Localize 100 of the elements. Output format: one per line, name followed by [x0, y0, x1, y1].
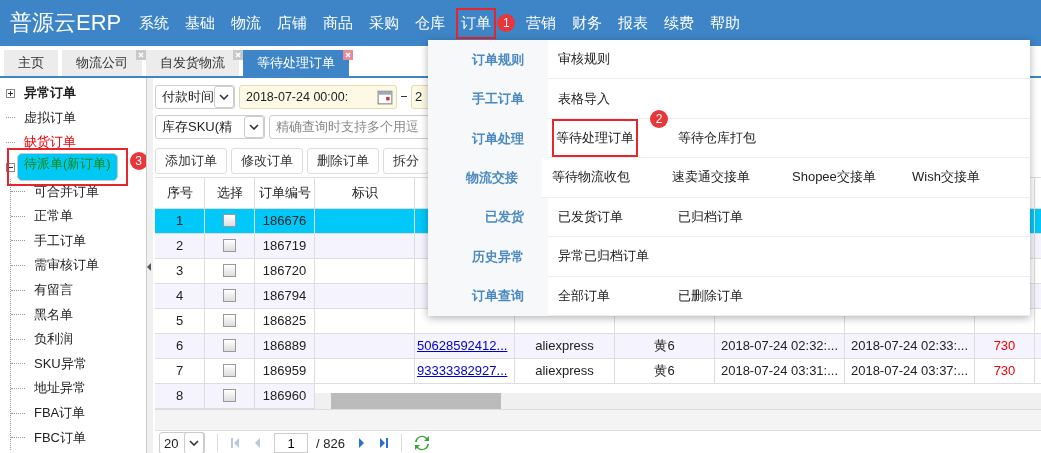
toolbar-button[interactable]: 拆分: [383, 147, 429, 174]
menu-item[interactable]: 表格导入: [556, 87, 612, 110]
amount-cell: 730: [993, 363, 1016, 379]
menu-item[interactable]: 订单: [456, 7, 497, 39]
column-header: 选择: [216, 183, 243, 202]
menu-item[interactable]: 等待处理订单: [552, 119, 638, 158]
tree-item[interactable]: 地址异常: [31, 378, 89, 399]
tree-item[interactable]: 有留言: [31, 280, 76, 301]
tab[interactable]: 主页: [4, 50, 58, 76]
menu-item[interactable]: 帮助: [705, 7, 746, 39]
table-row[interactable]: 8 186960: [155, 383, 315, 409]
horizontal-scrollbar[interactable]: [315, 393, 1041, 410]
menu-item[interactable]: 报表: [613, 7, 654, 39]
expander-icon[interactable]: [6, 88, 15, 98]
page-size-select[interactable]: 20: [159, 432, 205, 453]
toolbar-button[interactable]: 添加订单: [155, 147, 227, 174]
tree-item[interactable]: 虚拟订单: [21, 108, 79, 126]
close-icon[interactable]: [136, 50, 146, 60]
menu-item[interactable]: Shopee交接单: [790, 166, 878, 189]
table-cell: 2018-07-24 02:32:...: [720, 338, 839, 354]
menu-item[interactable]: 等待物流收包: [550, 166, 632, 189]
table-row[interactable]: 6 186889 50628592412... aliexpress 黄6 2018-07-24 02:32:... 2018-07-24 02:33:... 730: [155, 333, 1041, 359]
tree-item[interactable]: 黑名单: [31, 304, 76, 325]
menu-item[interactable]: 物流: [226, 7, 267, 39]
expander-icon[interactable]: [6, 162, 15, 172]
menu-item[interactable]: Wish交接单: [910, 166, 982, 189]
row-checkbox[interactable]: [223, 364, 236, 378]
caret-icon: [189, 440, 199, 447]
menu-item[interactable]: 已归档订单: [676, 205, 745, 228]
menu-item[interactable]: 商品: [318, 7, 359, 39]
table-cell: 黄6: [654, 336, 675, 355]
table-cell: 186825: [262, 313, 307, 329]
group-label: 已发货: [485, 208, 524, 227]
callout-badge: 1: [497, 13, 516, 32]
caret-icon: [249, 123, 259, 130]
refresh-icon[interactable]: [413, 435, 430, 452]
menu-item[interactable]: 系统: [134, 7, 175, 39]
row-number: 2: [175, 238, 184, 254]
menu-item[interactable]: 全部订单: [556, 284, 612, 307]
order-link[interactable]: 93333382927...: [417, 363, 508, 379]
column-header: 订单编号: [258, 183, 311, 202]
menu-item[interactable]: 基础: [180, 7, 221, 39]
page-input[interactable]: 1: [274, 433, 308, 453]
menu-item[interactable]: 审核规则: [556, 48, 612, 71]
menu-item[interactable]: 店铺: [272, 7, 313, 39]
first-page-icon[interactable]: [230, 437, 240, 450]
table-cell: 186720: [262, 263, 307, 279]
tree-item[interactable]: SKU异常: [31, 353, 90, 374]
table-cell: 186889: [262, 338, 307, 354]
tree-item[interactable]: 正常单: [31, 206, 76, 227]
table-cell: 186794: [262, 288, 307, 304]
tree-item[interactable]: 手工订单: [31, 230, 89, 251]
menu-item[interactable]: 已发货订单: [556, 205, 625, 228]
table-cell: 黄6: [654, 361, 675, 380]
close-icon[interactable]: [343, 50, 353, 60]
table-cell: 186960: [262, 388, 307, 404]
search-type-select[interactable]: 库存SKU(精: [155, 114, 265, 139]
row-number: 6: [175, 338, 184, 354]
row-checkbox[interactable]: [223, 314, 236, 328]
tree-item[interactable]: 需审核订单: [31, 255, 102, 276]
table-cell: aliexpress: [535, 338, 594, 354]
menu-item[interactable]: 营销: [521, 7, 562, 39]
tree-item[interactable]: FBA订单: [31, 403, 89, 423]
row-checkbox[interactable]: [223, 289, 236, 303]
row-checkbox[interactable]: [223, 339, 236, 353]
row-checkbox[interactable]: [223, 239, 236, 253]
app-logo: 普源云ERP: [9, 9, 123, 37]
group-label: 订单规则: [472, 50, 524, 69]
next-page-icon[interactable]: [356, 437, 367, 450]
callout-badge: 2: [650, 110, 668, 129]
close-icon[interactable]: [233, 50, 243, 60]
toolbar-button[interactable]: 修改订单: [231, 147, 303, 174]
tree-item[interactable]: 异常订单: [21, 84, 79, 102]
row-number: 8: [175, 388, 184, 404]
order-link[interactable]: 50628592412...: [417, 338, 508, 354]
toolbar-button[interactable]: 删除订单: [307, 147, 379, 174]
date-field[interactable]: 2018-07-24 00:00:: [239, 84, 397, 109]
collapse-icon[interactable]: [147, 262, 152, 271]
calendar-icon[interactable]: [377, 88, 393, 105]
tree-item[interactable]: 可合并订单: [31, 181, 102, 202]
table-cell: aliexpress: [535, 363, 594, 379]
row-checkbox[interactable]: [223, 389, 236, 403]
menu-item[interactable]: 等待仓库打包: [676, 127, 758, 150]
menu-item[interactable]: 采购: [364, 7, 405, 39]
row-checkbox[interactable]: [223, 214, 236, 228]
table-row[interactable]: 7 186959 93333382927... aliexpress 黄6 2018-07-24 03:31:... 2018-07-24 03:37:... 730: [155, 358, 1041, 384]
menu-item[interactable]: 速卖通交接单: [670, 166, 752, 189]
tree-item[interactable]: 缺货订单: [21, 133, 79, 151]
row-checkbox[interactable]: [223, 264, 236, 278]
menu-item[interactable]: 仓库: [410, 7, 451, 39]
tree-item[interactable]: 负利润: [31, 329, 76, 350]
date-type-select[interactable]: 付款时间: [155, 84, 235, 109]
tree-item[interactable]: FBC订单: [31, 427, 89, 448]
menu-item[interactable]: 已删除订单: [676, 284, 745, 307]
table-cell: 186719: [262, 238, 307, 254]
row-number: 7: [175, 363, 184, 379]
row-number: 1: [175, 213, 184, 229]
last-page-icon[interactable]: [378, 437, 389, 450]
menu-item[interactable]: 续费: [659, 7, 700, 39]
menu-item[interactable]: 财务: [567, 7, 608, 39]
